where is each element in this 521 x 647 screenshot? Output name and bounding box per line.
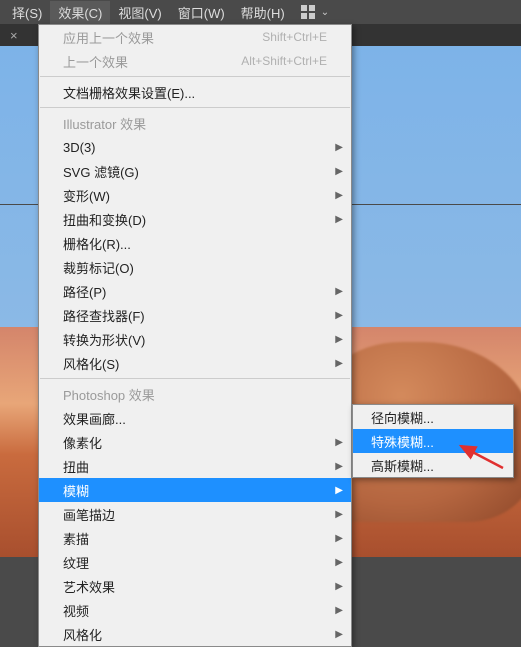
menu-item-label: SVG 滤镜(G) [63,162,139,181]
menu-item-label: 效果画廊... [63,409,126,428]
menubar-item[interactable]: 窗口(W) [170,1,233,24]
menu-separator [40,76,350,77]
menu-item-label: 裁剪标记(O) [63,258,134,277]
submenu-arrow-icon: ▶ [335,509,343,520]
menu-item-label: 纹理 [63,553,89,572]
menu-item[interactable]: 3D(3) ▶ [39,135,351,159]
menu-item-label: 转换为形状(V) [63,330,145,349]
menu-item-label: 应用上一个效果 [63,28,154,47]
menu-item[interactable]: 模糊 ▶ [39,478,351,502]
menu-item-label: 风格化 [63,625,102,644]
menu-item[interactable]: 栅格化(R)... [39,231,351,255]
submenu-item-label: 特殊模糊... [371,432,434,451]
submenu-item[interactable]: 径向模糊... [353,405,513,429]
submenu-arrow-icon: ▶ [335,166,343,177]
close-icon[interactable]: × [10,28,18,43]
menu-item[interactable]: 路径查找器(F) ▶ [39,303,351,327]
menu-item[interactable]: 像素化 ▶ [39,430,351,454]
menu-item: Photoshop 效果 [39,382,351,406]
menu-shortcut: Alt+Shift+Ctrl+E [241,54,327,68]
submenu-arrow-icon: ▶ [335,190,343,201]
menu-item[interactable]: 艺术效果 ▶ [39,574,351,598]
submenu-arrow-icon: ▶ [335,310,343,321]
submenu-item[interactable]: 特殊模糊... [353,429,513,453]
menu-item[interactable]: 风格化(S) ▶ [39,351,351,375]
menu-separator [40,378,350,379]
menu-item[interactable]: 文档栅格效果设置(E)... [39,80,351,104]
menu-item-label: 扭曲 [63,457,89,476]
menu-item[interactable]: 效果画廊... [39,406,351,430]
submenu-item-label: 径向模糊... [371,408,434,427]
menu-item[interactable]: 裁剪标记(O) [39,255,351,279]
submenu-item[interactable]: 高斯模糊... [353,453,513,477]
menu-item[interactable]: 画笔描边 ▶ [39,502,351,526]
menu-item-label: 像素化 [63,433,102,452]
submenu-item-label: 高斯模糊... [371,456,434,475]
menu-item-label: 视频 [63,601,89,620]
menu-item[interactable]: 转换为形状(V) ▶ [39,327,351,351]
menubar-item[interactable]: 效果(C) [50,1,110,24]
menu-item-label: 栅格化(R)... [63,234,131,253]
menu-item-label: 模糊 [63,481,89,500]
menubar-item[interactable]: 择(S) [4,1,50,24]
submenu-arrow-icon: ▶ [335,437,343,448]
submenu-arrow-icon: ▶ [335,461,343,472]
submenu-arrow-icon: ▶ [335,485,343,496]
menu-item-label: 路径(P) [63,282,106,301]
menu-item: 上一个效果 Alt+Shift+Ctrl+E [39,49,351,73]
menu-item-label: 风格化(S) [63,354,119,373]
menu-item[interactable]: 扭曲和变换(D) ▶ [39,207,351,231]
menu-bar: 择(S)效果(C)视图(V)窗口(W)帮助(H) ⌄ [0,0,521,24]
grid-icon[interactable] [301,5,315,19]
submenu-arrow-icon: ▶ [335,581,343,592]
menu-item[interactable]: 视频 ▶ [39,598,351,622]
effects-menu: 应用上一个效果 Shift+Ctrl+E 上一个效果 Alt+Shift+Ctrl+E… [38,24,352,647]
submenu-arrow-icon: ▶ [335,214,343,225]
chevron-down-icon[interactable]: ⌄ [321,7,329,18]
menu-item-label: 3D(3) [63,140,96,155]
submenu-arrow-icon: ▶ [335,358,343,369]
document-tab[interactable]: × [0,24,28,46]
menu-item-label: Photoshop 效果 [63,385,155,404]
menu-item[interactable]: SVG 滤镜(G) ▶ [39,159,351,183]
menu-item-label: Illustrator 效果 [63,114,146,133]
menubar-item[interactable]: 帮助(H) [233,1,293,24]
submenu-arrow-icon: ▶ [335,557,343,568]
menu-item: 应用上一个效果 Shift+Ctrl+E [39,25,351,49]
submenu-arrow-icon: ▶ [335,286,343,297]
menu-item: Illustrator 效果 [39,111,351,135]
menubar-item[interactable]: 视图(V) [110,1,169,24]
menu-item-label: 扭曲和变换(D) [63,210,146,229]
menu-separator [40,107,350,108]
submenu-arrow-icon: ▶ [335,334,343,345]
submenu-arrow-icon: ▶ [335,533,343,544]
menu-item-label: 变形(W) [63,186,110,205]
menu-item-label: 路径查找器(F) [63,306,145,325]
menu-item-label: 画笔描边 [63,505,115,524]
submenu-arrow-icon: ▶ [335,142,343,153]
menu-item-label: 上一个效果 [63,52,128,71]
menu-item-label: 艺术效果 [63,577,115,596]
menu-shortcut: Shift+Ctrl+E [262,30,327,44]
submenu-arrow-icon: ▶ [335,629,343,640]
menu-item[interactable]: 路径(P) ▶ [39,279,351,303]
menu-item[interactable]: 纹理 ▶ [39,550,351,574]
menu-item[interactable]: 风格化 ▶ [39,622,351,646]
menu-item[interactable]: 扭曲 ▶ [39,454,351,478]
submenu-arrow-icon: ▶ [335,605,343,616]
menu-item-label: 文档栅格效果设置(E)... [63,83,195,102]
menu-item[interactable]: 变形(W) ▶ [39,183,351,207]
menu-item[interactable]: 素描 ▶ [39,526,351,550]
menu-item-label: 素描 [63,529,89,548]
blur-submenu: 径向模糊... 特殊模糊... 高斯模糊... [352,404,514,478]
